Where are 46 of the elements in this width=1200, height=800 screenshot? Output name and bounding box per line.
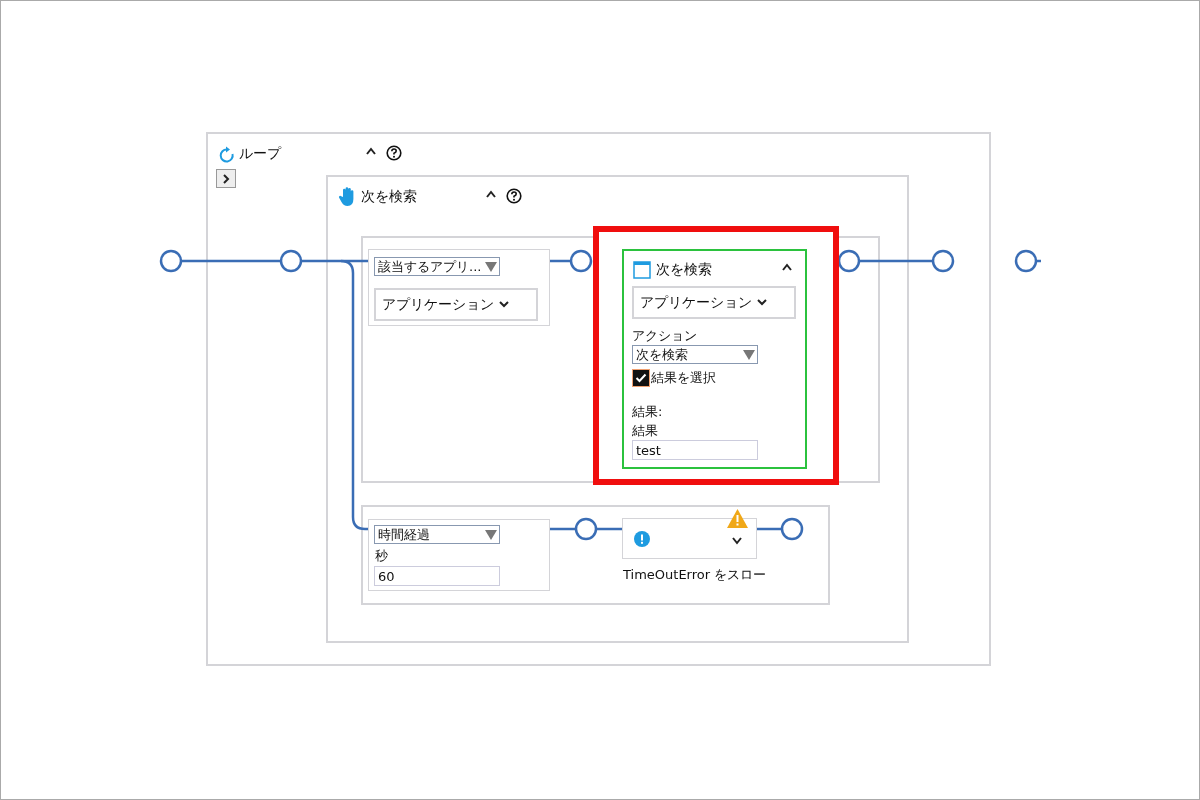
- result-input[interactable]: test: [632, 440, 758, 460]
- chevron-right-icon: [222, 173, 230, 184]
- connector-node[interactable]: [931, 249, 955, 273]
- condition-dropdown[interactable]: 該当するアプリ...: [374, 257, 500, 276]
- field-label: アクション: [632, 328, 697, 344]
- refresh-icon: [219, 146, 235, 163]
- connector-line: [860, 259, 932, 263]
- help-icon[interactable]: [386, 145, 402, 161]
- chevron-down-icon: [757, 299, 767, 306]
- collapse-icon[interactable]: [365, 147, 377, 155]
- action-title: 次を検索: [656, 261, 712, 277]
- help-icon[interactable]: [506, 188, 522, 204]
- info-icon: [634, 531, 650, 547]
- field-label: 結果: [632, 423, 658, 439]
- expand-button[interactable]: [216, 169, 236, 188]
- seconds-input[interactable]: 60: [374, 566, 500, 586]
- connector-line: [550, 527, 575, 531]
- action-dropdown[interactable]: 次を検索: [632, 345, 758, 364]
- connector-node[interactable]: [574, 517, 598, 541]
- expand-icon[interactable]: [731, 537, 743, 545]
- connector-node[interactable]: [780, 517, 804, 541]
- condition-dropdown[interactable]: 時間経過: [374, 525, 500, 544]
- throw-caption: TimeOutError をスロー: [623, 567, 767, 583]
- connector-line: [550, 259, 570, 263]
- connector-node[interactable]: [159, 249, 183, 273]
- target-dropdown[interactable]: アプリケーション: [632, 286, 796, 319]
- connector-node[interactable]: [279, 249, 303, 273]
- loop-title: ループ: [239, 145, 281, 161]
- dropdown-arrow-icon: [485, 261, 497, 272]
- connector-node[interactable]: [837, 249, 861, 273]
- field-label: 秒: [375, 548, 388, 564]
- chevron-down-icon: [499, 301, 509, 308]
- dropdown-arrow-icon: [743, 349, 755, 360]
- target-dropdown[interactable]: アプリケーション: [374, 288, 538, 321]
- group-title: 次を検索: [361, 188, 417, 204]
- connector-node[interactable]: [569, 249, 593, 273]
- dropdown-arrow-icon: [485, 529, 497, 540]
- collapse-icon[interactable]: [781, 263, 793, 271]
- window-icon: [633, 261, 651, 279]
- connector-line: [597, 527, 622, 531]
- checkbox[interactable]: [632, 369, 650, 387]
- connector-line: [757, 527, 781, 531]
- section-heading: 結果:: [632, 404, 663, 420]
- collapse-icon[interactable]: [485, 190, 497, 198]
- connector-node[interactable]: [1014, 249, 1038, 273]
- checkbox-label: 結果を選択: [651, 370, 716, 386]
